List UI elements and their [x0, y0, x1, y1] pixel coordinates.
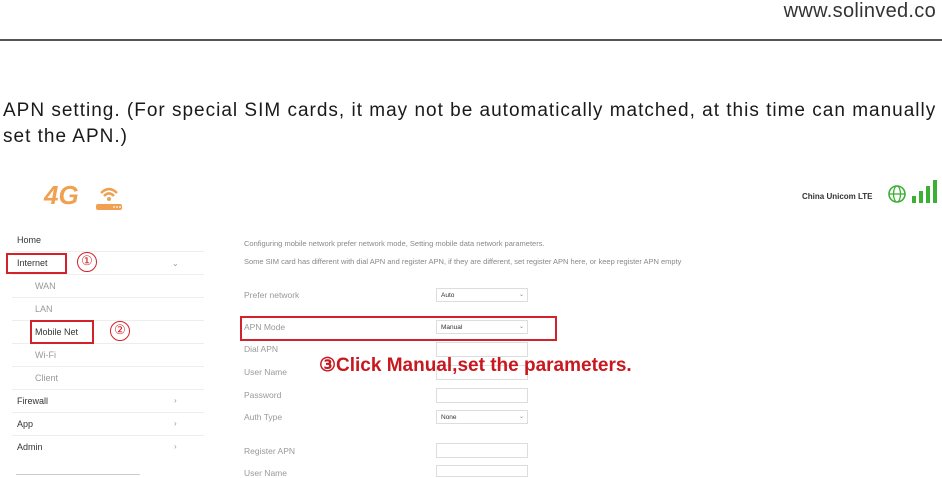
- page-description: Configuring mobile network prefer networ…: [244, 239, 545, 248]
- step-marker-1: ①: [77, 252, 97, 272]
- auth-type-select[interactable]: None ⌄: [436, 410, 528, 424]
- internet-highlight-box: [6, 253, 67, 274]
- sidebar-separator: [12, 274, 204, 275]
- sidebar-bottom-line: [16, 474, 140, 475]
- sidebar-separator: [12, 435, 204, 436]
- sidebar-separator: [12, 366, 204, 367]
- globe-icon: [887, 184, 907, 209]
- register-apn-input[interactable]: [436, 443, 528, 458]
- mobile-net-highlight-box: [30, 320, 94, 344]
- chevron-right-icon: ›: [174, 419, 177, 428]
- carrier-name: China Unicom LTE: [802, 192, 873, 201]
- dial-apn-label: Dial APN: [244, 344, 279, 354]
- router-icon: [94, 182, 124, 217]
- intro-text: APN setting. (For special SIM cards, it …: [3, 100, 937, 147]
- sidebar-item-lan[interactable]: LAN: [35, 304, 53, 314]
- sidebar-item-wifi[interactable]: Wi-Fi: [35, 350, 56, 360]
- instruction-annotation: ③Click Manual,set the parameters.: [319, 355, 632, 376]
- prefer-network-label: Prefer network: [244, 290, 300, 300]
- chevron-down-icon: ⌄: [518, 414, 524, 420]
- sidebar-item-home[interactable]: Home: [17, 235, 41, 245]
- sidebar-item-app[interactable]: App: [17, 419, 33, 429]
- sidebar-separator: [12, 297, 204, 298]
- apn-mode-label: APN Mode: [244, 322, 286, 332]
- sidebar-separator: [12, 412, 204, 413]
- prefer-network-value: Auto: [441, 292, 455, 299]
- step-marker-2: ②: [110, 321, 130, 341]
- sidebar-item-client[interactable]: Client: [35, 373, 58, 383]
- chevron-right-icon: ›: [174, 442, 177, 451]
- user-name-label: User Name: [244, 367, 287, 377]
- sidebar-item-admin[interactable]: Admin: [17, 442, 43, 452]
- auth-type-value: None: [441, 414, 457, 421]
- signal-strength-icon: [911, 179, 939, 210]
- page-description-note: Some SIM card has different with dial AP…: [244, 257, 682, 266]
- chevron-down-icon: ⌄: [518, 324, 524, 330]
- site-url: www.solinved.co: [783, 0, 936, 22]
- register-apn-label: Register APN: [244, 446, 296, 456]
- prefer-network-select[interactable]: Auto ⌄: [436, 288, 528, 302]
- top-divider: [0, 39, 942, 41]
- sidebar-item-wan[interactable]: WAN: [35, 281, 56, 291]
- chevron-down-icon: ⌄: [172, 259, 179, 268]
- auth-type-label: Auth Type: [244, 412, 283, 422]
- register-user-name-input[interactable]: [436, 465, 528, 477]
- sidebar-item-firewall[interactable]: Firewall: [17, 396, 48, 406]
- sidebar-separator: [12, 389, 204, 390]
- apn-mode-select[interactable]: Manual ⌄: [436, 320, 528, 334]
- password-input[interactable]: [436, 388, 528, 403]
- sidebar-separator: [12, 251, 204, 252]
- chevron-down-icon: ⌄: [518, 292, 524, 298]
- logo-4g: 4G: [44, 180, 79, 210]
- password-label: Password: [244, 390, 282, 400]
- apn-mode-value: Manual: [441, 324, 463, 331]
- chevron-right-icon: ›: [174, 396, 177, 405]
